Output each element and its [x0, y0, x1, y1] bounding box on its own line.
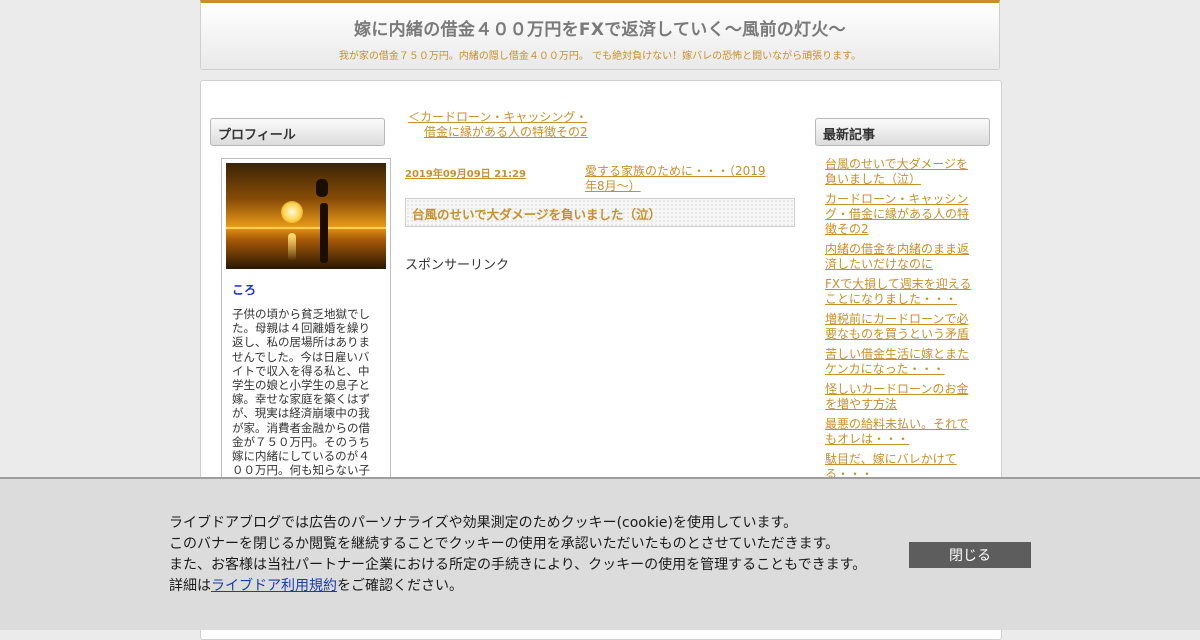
prev-article-link-line2: 借金に縁がある人の特徴その2: [424, 125, 588, 139]
profile-image: [226, 163, 386, 269]
site-description: 我が家の借金７５０万円。内緒の隠し借金４００万円。 でも絶対負けない！嫁バレの恐…: [338, 51, 862, 62]
recent-article-item: 怪しいカードローンのお金を増やす方法: [825, 382, 975, 412]
cookie-line: 詳細はライブドア利用規約をご確認ください。: [169, 576, 866, 597]
article-title[interactable]: 台風のせいで大ダメージを負いました（泣）: [405, 198, 795, 227]
site-header: 嫁に内緒の借金４００万円をFXで返済していく～風前の灯火～ 我が家の借金７５０万…: [200, 0, 1000, 70]
next-article-link[interactable]: 愛する家族のために・・・（2019年8月～）: [585, 164, 775, 194]
recent-article-item: カードローン・キャッシング・借金に縁がある人の特徴その2: [825, 192, 975, 237]
profile-text: 子供の頃から貧乏地獄でした。母親は４回離婚を繰り返し、私の居場所はありませんでし…: [232, 307, 370, 478]
cookie-line: ライブドアブログでは広告のパーソナライズや効果測定のためクッキー(cookie)…: [169, 515, 798, 531]
cookie-close-button[interactable]: 閉じる: [909, 542, 1031, 568]
prev-article-link[interactable]: ＜カードローン・キャッシング・ 借金に縁がある人の特徴その2: [408, 110, 608, 140]
cookie-line-suffix: をご確認ください。: [337, 578, 463, 594]
recent-article-link[interactable]: 台風のせいで大ダメージを負いました（泣）: [825, 157, 968, 186]
recent-article-link[interactable]: 増税前にカードローンで必要なものを買うという矛盾: [825, 312, 969, 341]
recent-article-link[interactable]: カードローン・キャッシング・借金に縁がある人の特徴その2: [825, 192, 969, 236]
recent-article-item: 台風のせいで大ダメージを負いました（泣）: [825, 157, 975, 187]
prev-article-link-line1: ＜カードローン・キャッシング・: [408, 110, 588, 124]
recent-article-link[interactable]: 苦しい借金生活に嫁とまたケンカになった・・・: [825, 347, 969, 376]
recent-articles-list: 台風のせいで大ダメージを負いました（泣） カードローン・キャッシング・借金に縁が…: [825, 157, 975, 487]
terms-link[interactable]: ライブドア利用規約: [211, 578, 337, 594]
recent-article-item: 苦しい借金生活に嫁とまたケンカになった・・・: [825, 347, 975, 377]
cookie-line-prefix: 詳細は: [169, 578, 211, 594]
article-date[interactable]: 2019年09月09日 21:29: [405, 165, 526, 180]
sponsor-label: スポンサーリンク: [405, 258, 510, 273]
cookie-text: ライブドアブログでは広告のパーソナライズや効果測定のためクッキー(cookie)…: [169, 513, 866, 597]
recent-article-link[interactable]: 内緒の借金を内緒のまま返済したいだけなのに: [825, 242, 969, 271]
recent-heading: 最新記事: [815, 118, 990, 146]
recent-article-item: 内緒の借金を内緒のまま返済したいだけなのに: [825, 242, 975, 272]
recent-article-item: 増税前にカードローンで必要なものを買うという矛盾: [825, 312, 975, 342]
cookie-banner: ライブドアブログでは広告のパーソナライズや効果測定のためクッキー(cookie)…: [0, 477, 1200, 630]
recent-article-link[interactable]: 怪しいカードローンのお金を増やす方法: [825, 382, 968, 411]
recent-article-link[interactable]: 最悪の給料未払い。それでもオレは・・・: [825, 417, 969, 446]
profile-heading: プロフィール: [210, 118, 385, 146]
cookie-line: このバナーを閉じるか閲覧を継続することでクッキーの使用を承認いただいたものとさせ…: [169, 536, 840, 552]
recent-article-item: 最悪の給料未払い。それでもオレは・・・: [825, 417, 975, 447]
recent-article-item: FXで大損して週末を迎えることになりました・・・: [825, 277, 975, 307]
site-title[interactable]: 嫁に内緒の借金４００万円をFXで返済していく～風前の灯火～: [201, 15, 999, 40]
profile-name: ころ: [232, 283, 257, 297]
recent-article-link[interactable]: FXで大損して週末を迎えることになりました・・・: [825, 277, 971, 306]
cookie-line: また、お客様は当社パートナー企業における所定の手続きにより、クッキーの使用を管理…: [169, 557, 867, 573]
